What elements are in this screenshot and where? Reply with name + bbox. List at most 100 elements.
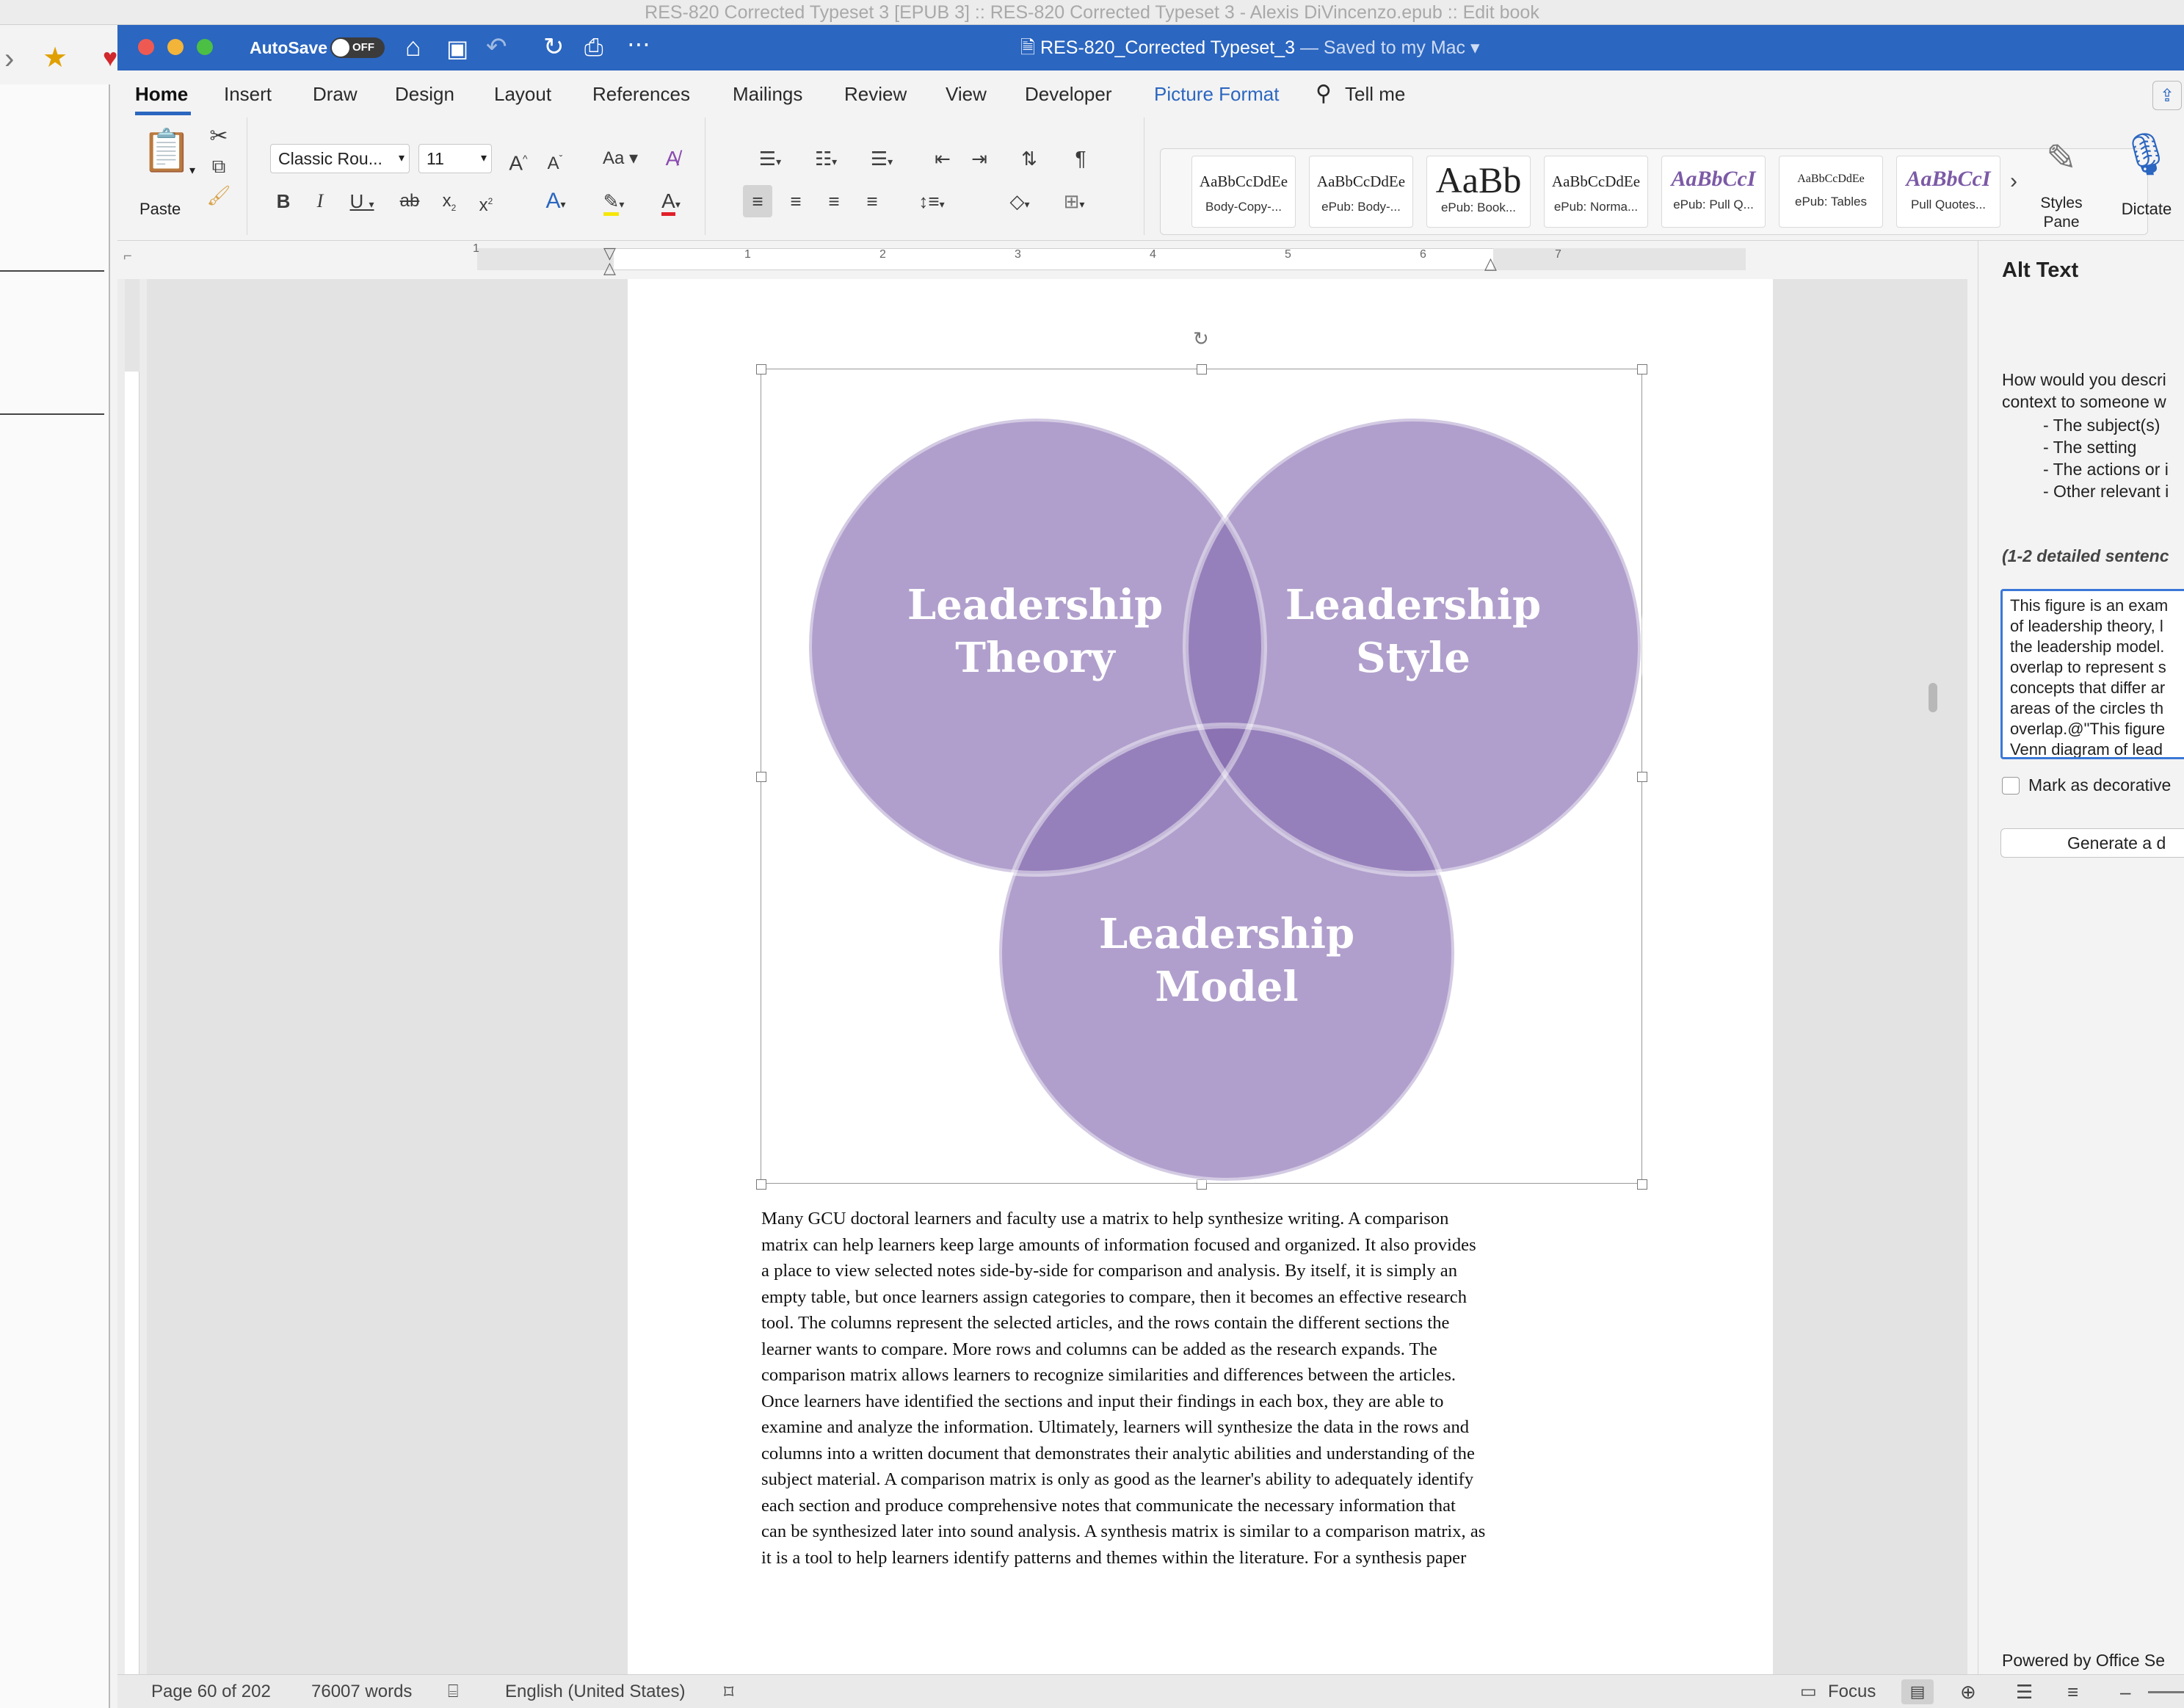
- italic-button[interactable]: I: [307, 185, 333, 217]
- style-epub-book[interactable]: AaBb ePub: Book...: [1426, 156, 1531, 228]
- chevron-right-icon[interactable]: ›: [4, 43, 14, 76]
- justify-button[interactable]: ≡: [857, 185, 887, 217]
- tab-design[interactable]: Design: [395, 70, 454, 117]
- text-effects-icon[interactable]: A▾: [537, 185, 574, 217]
- strikethrough-button[interactable]: ab: [395, 185, 424, 217]
- tab-references[interactable]: References: [592, 70, 690, 117]
- change-case-icon[interactable]: Aa ▾: [595, 142, 646, 175]
- tab-view[interactable]: View: [946, 70, 987, 117]
- format-painter-icon[interactable]: 🖌: [204, 179, 233, 211]
- print-layout-icon[interactable]: ▤: [1901, 1679, 1934, 1704]
- numbering-icon[interactable]: ☷▾: [800, 142, 852, 175]
- tab-review[interactable]: Review: [844, 70, 907, 117]
- shading-icon[interactable]: ◇▾: [995, 185, 1044, 217]
- font-size-select[interactable]: 11 ▾: [418, 144, 492, 173]
- superscript-button[interactable]: x2: [471, 185, 501, 217]
- save-icon[interactable]: ▣: [446, 34, 468, 63]
- paste-icon[interactable]: 📋: [141, 125, 192, 176]
- redo-icon[interactable]: ↻: [543, 32, 565, 62]
- tab-mailings[interactable]: Mailings: [733, 70, 802, 117]
- styles-pane-icon[interactable]: ✎: [2035, 135, 2088, 181]
- share-icon[interactable]: ⇪: [2152, 81, 2182, 110]
- underline-button[interactable]: U ▾: [344, 185, 380, 217]
- increase-font-size-icon[interactable]: A^: [504, 142, 533, 175]
- bullets-icon[interactable]: ☰▾: [744, 142, 796, 175]
- star-icon[interactable]: ★: [43, 41, 68, 74]
- outline-view-icon[interactable]: ☰: [2016, 1675, 2033, 1708]
- mark-decorative-checkbox[interactable]: [2002, 777, 2020, 795]
- borders-icon[interactable]: ⊞▾: [1050, 185, 1098, 217]
- autosave-toggle[interactable]: OFF: [330, 37, 385, 58]
- tell-me[interactable]: Tell me: [1345, 70, 1405, 117]
- copy-icon[interactable]: ⧉: [204, 150, 233, 182]
- styles-pane-label[interactable]: Styles Pane: [2029, 194, 2094, 232]
- hanging-indent-marker[interactable]: △: [603, 258, 616, 278]
- microphone-icon[interactable]: 🎙: [2114, 128, 2177, 181]
- multilevel-list-icon[interactable]: ☰▾: [856, 142, 907, 175]
- chevron-down-icon[interactable]: ▾: [189, 163, 195, 178]
- zoom-window-button[interactable]: [197, 39, 213, 55]
- dictate-button[interactable]: Dictate: [2111, 200, 2182, 219]
- cut-icon[interactable]: ✂: [204, 120, 233, 153]
- page-count[interactable]: Page 60 of 202: [151, 1675, 271, 1708]
- alt-text-textarea[interactable]: This figure is an exam of leadership the…: [2000, 589, 2184, 759]
- undo-icon[interactable]: ↶: [486, 32, 507, 62]
- alt-text-title: Alt Text: [2002, 258, 2079, 282]
- divider: [0, 270, 104, 272]
- chevron-right-icon[interactable]: ›: [2010, 169, 2017, 194]
- paste-label[interactable]: Paste: [139, 200, 181, 219]
- tab-developer[interactable]: Developer: [1025, 70, 1112, 117]
- venn-label-theory-1: Leadership: [907, 581, 1163, 629]
- show-formatting-icon[interactable]: ¶: [1066, 142, 1095, 175]
- draft-view-icon[interactable]: ≡: [2067, 1675, 2078, 1708]
- line-spacing-icon[interactable]: ↕≡▾: [907, 185, 956, 217]
- print-icon[interactable]: ⎙: [584, 32, 603, 62]
- style-epub-normal[interactable]: AaBbCcDdEe ePub: Norma...: [1544, 156, 1648, 228]
- body-paragraph[interactable]: Many GCU doctoral learners and faculty u…: [761, 1206, 1651, 1571]
- tab-layout[interactable]: Layout: [494, 70, 551, 117]
- generate-description-button[interactable]: Generate a d: [2000, 828, 2184, 858]
- word-count[interactable]: 76007 words: [311, 1675, 412, 1708]
- close-window-button[interactable]: [138, 39, 154, 55]
- clear-formatting-icon[interactable]: A̸: [658, 142, 687, 175]
- vertical-scrollbar-thumb[interactable]: [1929, 683, 1937, 712]
- ruler-right-margin: [1493, 248, 1746, 270]
- font-name-select[interactable]: Classic Rou... ▾: [270, 144, 410, 173]
- align-right-button[interactable]: ≡: [819, 185, 849, 217]
- style-epub-pull-quote[interactable]: AaBbCcI ePub: Pull Q...: [1661, 156, 1766, 228]
- style-epub-tables[interactable]: AaBbCcDdEe ePub: Tables: [1779, 156, 1883, 228]
- minimize-window-button[interactable]: [167, 39, 184, 55]
- home-icon[interactable]: ⌂: [405, 32, 421, 62]
- rotate-handle-icon[interactable]: ↻: [1193, 329, 1209, 348]
- highlight-icon[interactable]: ✎▾: [595, 185, 633, 217]
- increase-indent-icon[interactable]: ⇥: [965, 142, 994, 175]
- sort-icon[interactable]: ⇅: [1015, 142, 1044, 175]
- style-pull-quotes[interactable]: AaBbCcI Pull Quotes...: [1896, 156, 2000, 228]
- tab-draw[interactable]: Draw: [313, 70, 358, 117]
- tab-selector-icon[interactable]: ⌐: [123, 248, 132, 265]
- tab-insert[interactable]: Insert: [224, 70, 272, 117]
- right-indent-marker[interactable]: △: [1484, 254, 1497, 273]
- mark-decorative-label[interactable]: Mark as decorative: [2028, 775, 2171, 795]
- tab-picture-format[interactable]: Picture Format: [1154, 70, 1280, 117]
- accessibility-icon[interactable]: ⌑: [724, 1675, 733, 1708]
- focus-icon[interactable]: ▭: [1800, 1675, 1817, 1708]
- bold-button[interactable]: B: [270, 185, 297, 217]
- more-icon[interactable]: ⋯: [627, 29, 650, 59]
- decrease-indent-icon[interactable]: ⇤: [928, 142, 957, 175]
- font-color-icon[interactable]: A▾: [652, 185, 690, 217]
- zoom-out-icon[interactable]: –: [2120, 1675, 2130, 1708]
- focus-button[interactable]: Focus: [1828, 1675, 1876, 1708]
- style-epub-body[interactable]: AaBbCcDdEe ePub: Body-...: [1309, 156, 1413, 228]
- web-layout-icon[interactable]: ⊕: [1960, 1675, 1976, 1708]
- language-status[interactable]: English (United States): [505, 1675, 685, 1708]
- heart-icon[interactable]: ♥: [103, 44, 117, 73]
- tab-home[interactable]: Home: [135, 70, 188, 117]
- decrease-font-size-icon[interactable]: Aˇ: [540, 142, 570, 175]
- proofing-icon[interactable]: ⌸: [448, 1675, 458, 1708]
- zoom-slider[interactable]: [2148, 1691, 2184, 1693]
- align-left-button[interactable]: ≡: [743, 185, 772, 217]
- style-body-copy[interactable]: AaBbCcDdEe Body-Copy-...: [1191, 156, 1296, 228]
- subscript-button[interactable]: x2: [435, 185, 464, 217]
- align-center-button[interactable]: ≡: [781, 185, 810, 217]
